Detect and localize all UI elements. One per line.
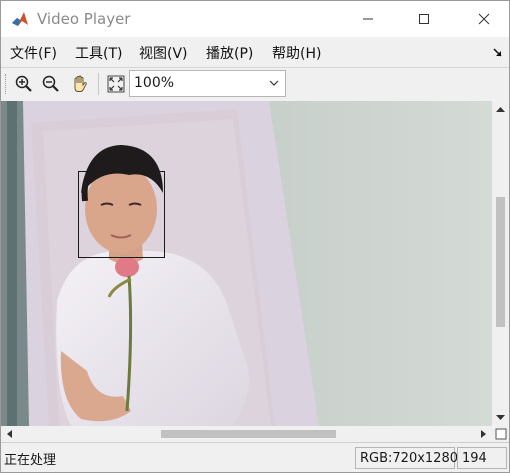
menu-playback[interactable]: 播放(P) (206, 43, 253, 63)
scroll-right-icon[interactable] (476, 426, 490, 442)
title-bar: Video Player (1, 1, 509, 37)
zoom-out-button[interactable] (39, 72, 63, 96)
chevron-down-icon (269, 80, 279, 86)
zoom-in-button[interactable] (12, 72, 36, 96)
minimize-button[interactable] (345, 1, 391, 37)
resolution-readout: RGB:720x1280 (355, 447, 458, 469)
scroll-left-icon[interactable] (3, 426, 17, 442)
minimize-icon (363, 18, 373, 20)
horizontal-scrollbar[interactable] (1, 426, 492, 442)
menu-tools[interactable]: 工具(T) (75, 43, 122, 63)
vertical-scroll-thumb[interactable] (496, 197, 505, 327)
fit-to-window-icon (107, 75, 125, 93)
scroll-up-icon[interactable] (492, 103, 509, 117)
hand-pan-icon (74, 75, 87, 92)
close-icon (478, 13, 490, 25)
zoom-level-value: 100% (134, 75, 175, 91)
zoom-in-icon (15, 75, 32, 92)
video-frame-image (1, 101, 492, 426)
menu-file[interactable]: 文件(F) (10, 43, 57, 63)
toolbar: 100% (1, 67, 509, 102)
scroll-corner-icon (495, 428, 507, 440)
status-bar: 正在处理 RGB:720x1280 194 (1, 442, 509, 472)
toolbar-separator (98, 73, 99, 95)
fit-to-window-button[interactable] (104, 72, 128, 96)
status-text: 正在处理 (4, 453, 57, 468)
close-button[interactable] (461, 1, 507, 37)
zoom-level-select[interactable]: 100% (129, 70, 286, 97)
matlab-icon (11, 10, 29, 28)
video-frame (1, 101, 492, 426)
pan-button[interactable] (68, 72, 92, 96)
vertical-scrollbar[interactable] (492, 101, 509, 426)
menu-bar: 文件(F) 工具(T) 视图(V) 播放(P) 帮助(H) (1, 37, 509, 67)
scroll-down-icon[interactable] (492, 410, 509, 424)
dock-arrow-icon[interactable] (493, 47, 503, 57)
maximize-button[interactable] (401, 1, 447, 37)
video-player-window: Video Player 文件(F) 工具(T) 视图(V) 播放(P) 帮助(… (0, 0, 510, 473)
horizontal-scroll-thumb[interactable] (161, 430, 336, 438)
frame-number-readout: 194 (457, 447, 507, 469)
toolbar-grip (5, 74, 8, 94)
window-title: Video Player (37, 10, 131, 28)
menu-help[interactable]: 帮助(H) (272, 43, 321, 63)
zoom-out-icon (42, 75, 59, 92)
menu-view[interactable]: 视图(V) (139, 43, 188, 63)
scroll-corner (492, 426, 509, 442)
maximize-icon (419, 14, 429, 24)
